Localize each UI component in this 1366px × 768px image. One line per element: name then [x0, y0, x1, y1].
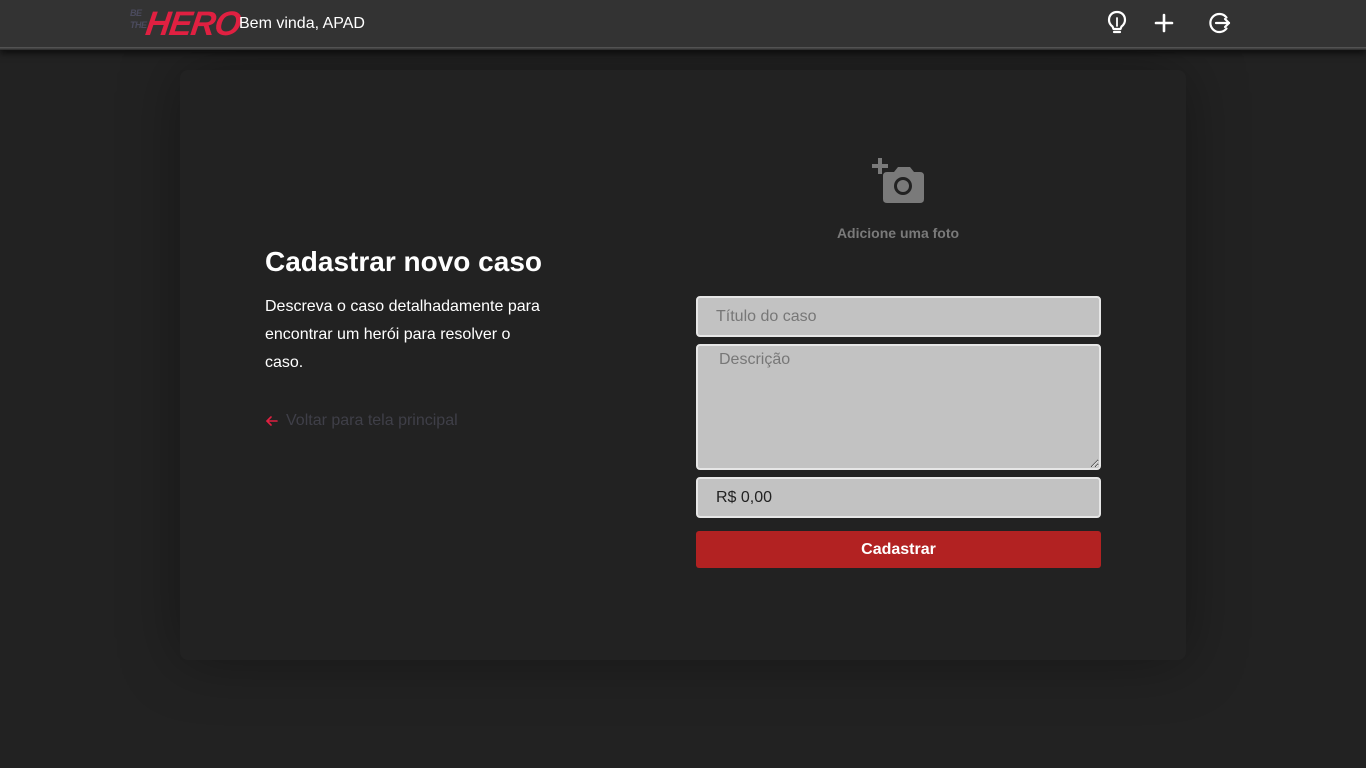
add-photo-label: Adicione uma foto — [836, 225, 960, 241]
back-link-label: Voltar para tela principal — [286, 412, 458, 429]
lightbulb-icon[interactable] — [1103, 9, 1131, 37]
welcome-text: Bem vinda, APAD — [239, 15, 365, 32]
case-value-input[interactable] — [696, 477, 1101, 518]
logo-text-hero: HERO — [143, 5, 243, 43]
plus-icon[interactable] — [1150, 9, 1178, 37]
page-title: Cadastrar novo caso — [265, 246, 542, 277]
top-header: BE THE HERO Bem vinda, APAD — [0, 0, 1366, 50]
add-photo-icon — [872, 158, 924, 203]
logout-icon[interactable] — [1206, 9, 1234, 37]
case-title-input[interactable] — [696, 296, 1101, 337]
arrow-left-icon — [266, 416, 278, 426]
case-description-textarea[interactable] — [696, 344, 1101, 470]
be-the-hero-logo[interactable]: BE THE HERO — [130, 5, 243, 43]
page-description: Descreva o caso detalhadamente para enco… — [265, 298, 540, 371]
back-to-home-link[interactable]: Voltar para tela principal — [265, 412, 458, 430]
submit-case-button[interactable]: Cadastrar — [696, 531, 1101, 568]
add-photo-button[interactable]: Adicione uma foto — [820, 150, 976, 250]
logo-text-be: BE — [130, 8, 142, 18]
intro-section: Cadastrar novo caso Descreva o caso deta… — [265, 244, 565, 377]
logo-text-the: THE — [130, 20, 147, 30]
